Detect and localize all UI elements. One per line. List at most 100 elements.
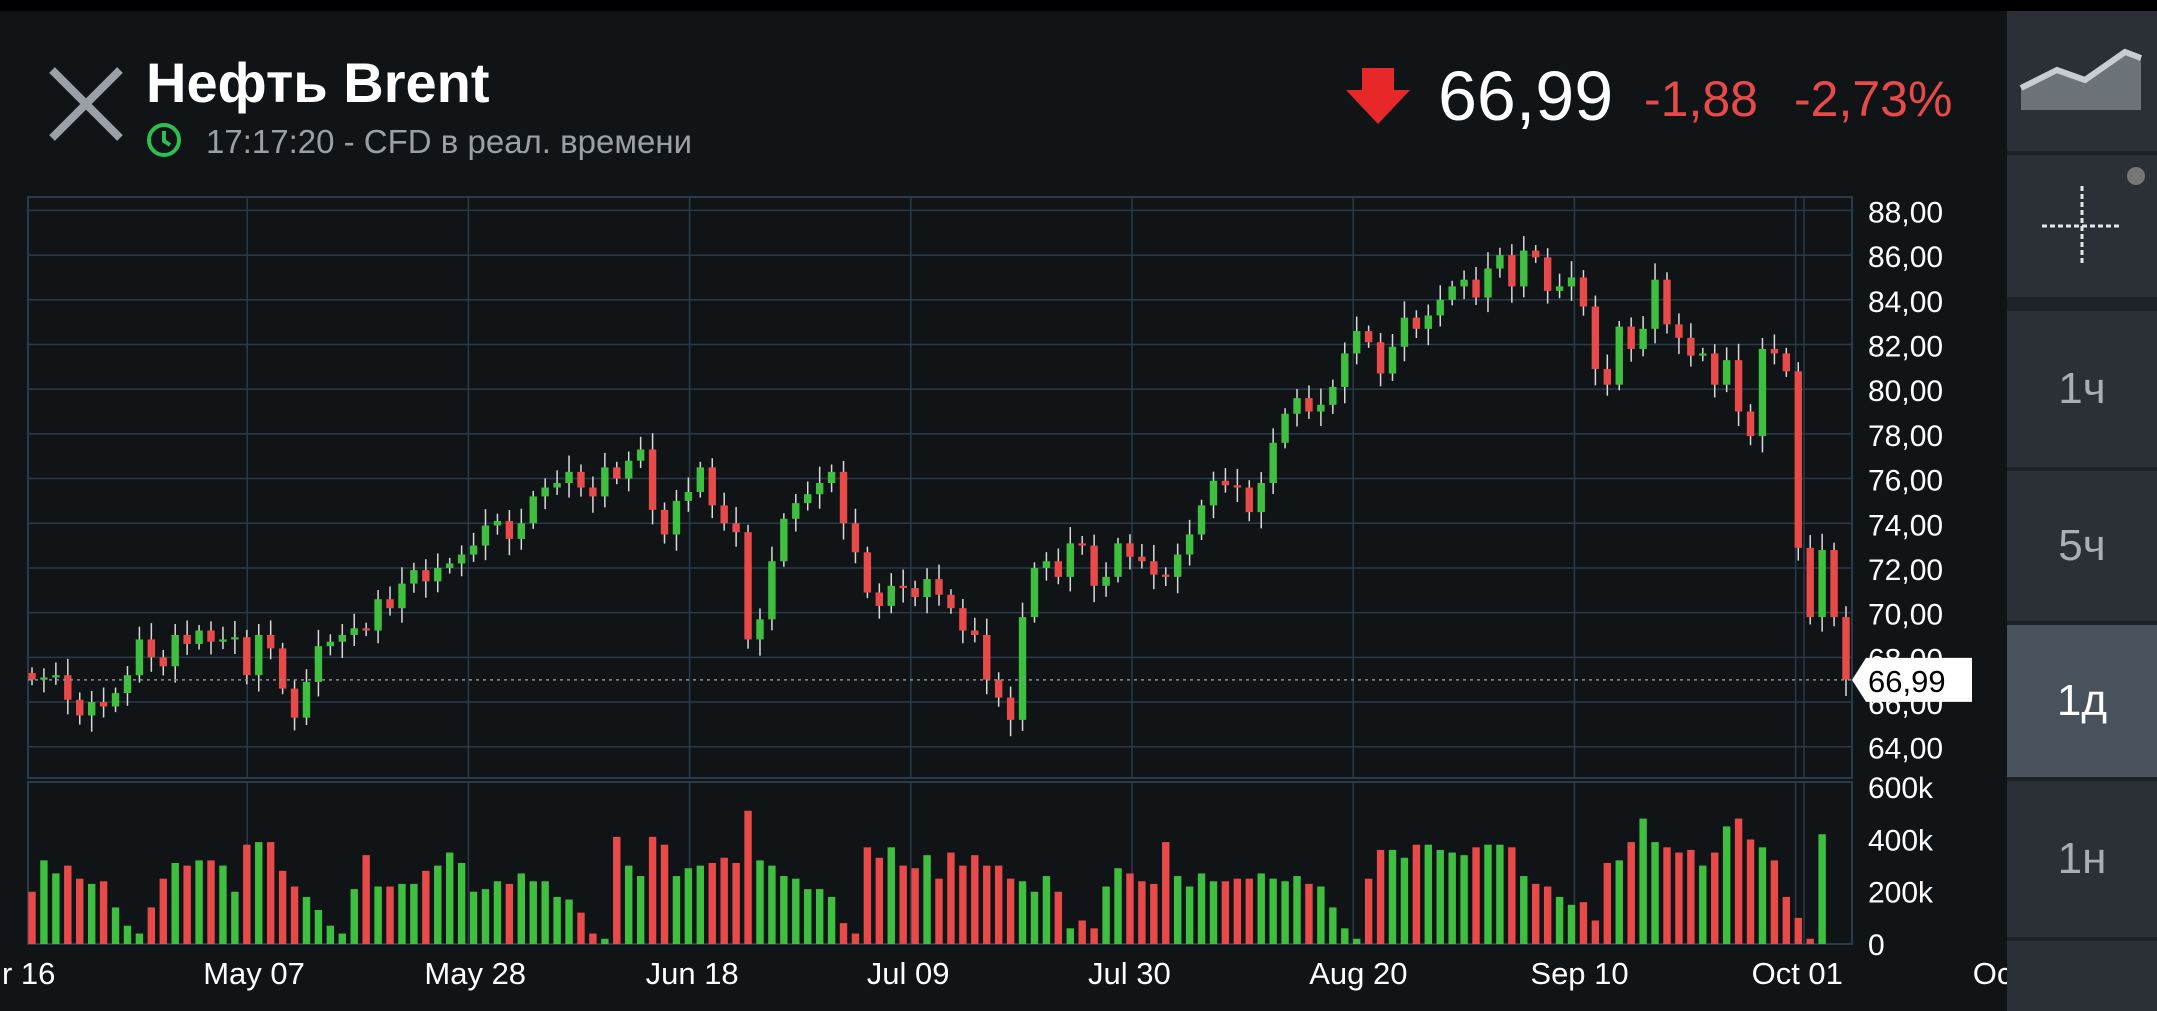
candle-body bbox=[493, 521, 502, 526]
sidebar: 1ч 5ч 1д 1н bbox=[2007, 11, 2157, 1011]
timeframe-1h-button[interactable]: 1ч bbox=[2007, 311, 2157, 467]
candle-body bbox=[732, 523, 740, 533]
x-tick-label: Aug 20 bbox=[1309, 956, 1407, 991]
volume-bar bbox=[648, 836, 657, 944]
timeframe-5h-button[interactable]: 5ч bbox=[2007, 471, 2157, 621]
candle-body bbox=[87, 702, 96, 716]
candle-body bbox=[1257, 483, 1265, 513]
volume-bar bbox=[147, 907, 156, 944]
candle-body bbox=[147, 639, 156, 658]
volume-bar bbox=[756, 860, 764, 944]
x-tick-label: Jun 18 bbox=[646, 956, 739, 991]
candle-body bbox=[1400, 317, 1409, 347]
volume-bar bbox=[1687, 849, 1695, 944]
volume-bar bbox=[1675, 852, 1683, 944]
timeframe-more-button[interactable] bbox=[2007, 941, 2157, 1011]
candle-body bbox=[875, 592, 884, 606]
volume-bar bbox=[923, 855, 931, 944]
volume-bar bbox=[266, 842, 275, 944]
candle-body bbox=[1567, 277, 1576, 287]
volume-bar bbox=[255, 842, 263, 944]
volume-bar bbox=[553, 896, 561, 944]
volume-bar bbox=[374, 886, 382, 944]
candle-body bbox=[1555, 286, 1564, 291]
volume-tick-label: 0 bbox=[1868, 929, 1885, 962]
candle-body bbox=[1543, 257, 1552, 291]
candle-body bbox=[1782, 353, 1791, 372]
candle-body bbox=[1329, 386, 1337, 405]
candle-body bbox=[1066, 543, 1074, 577]
candle-body bbox=[744, 532, 752, 640]
y-tick-label: 70,00 bbox=[1868, 599, 1943, 632]
volume-bar bbox=[1126, 873, 1134, 944]
candle-body bbox=[923, 579, 931, 597]
candle-body bbox=[76, 699, 84, 716]
candle-body bbox=[398, 583, 406, 609]
volume-bar bbox=[1329, 907, 1337, 944]
volume-bar bbox=[875, 857, 884, 944]
volume-bar bbox=[434, 865, 442, 944]
candle-body bbox=[589, 487, 597, 497]
volume-bar bbox=[326, 925, 335, 944]
timeframe-1w-button[interactable]: 1н bbox=[2007, 781, 2157, 937]
volume-bar bbox=[1078, 920, 1086, 944]
volume-bar bbox=[1543, 886, 1552, 944]
volume-bar bbox=[1090, 928, 1098, 944]
volume-bar bbox=[1006, 878, 1015, 944]
candle-body bbox=[1376, 342, 1385, 374]
candle-body bbox=[1150, 561, 1158, 575]
candle-body bbox=[1460, 279, 1468, 287]
y-tick-label: 86,00 bbox=[1868, 241, 1943, 274]
volume-bar bbox=[290, 886, 299, 944]
volume-bar bbox=[911, 868, 919, 944]
candle-body bbox=[1293, 398, 1301, 414]
candle-body bbox=[1245, 487, 1253, 513]
candle-body bbox=[1830, 550, 1838, 618]
volume-bar bbox=[1341, 928, 1349, 944]
volume-tick-label: 200k bbox=[1868, 877, 1934, 910]
candle-body bbox=[1532, 250, 1540, 258]
volume-bar bbox=[40, 860, 48, 944]
candle-body bbox=[708, 467, 716, 506]
candle-body bbox=[111, 693, 120, 707]
candle-body bbox=[1448, 286, 1456, 300]
candle-body bbox=[1341, 353, 1349, 387]
candle-body bbox=[935, 579, 943, 595]
volume-bar bbox=[684, 868, 693, 944]
candle-body bbox=[469, 545, 478, 555]
volume-bar bbox=[1281, 881, 1289, 944]
candle-body bbox=[99, 702, 108, 707]
candle-body bbox=[947, 594, 955, 609]
candle-body bbox=[1054, 561, 1063, 577]
candle-body bbox=[505, 521, 514, 539]
volume-bar bbox=[1579, 902, 1588, 944]
price-chart[interactable]: 88,00 86,00 84,00 82,00 80,00 78,00 76,00 74,00… bbox=[0, 0, 2157, 1000]
candle-body bbox=[123, 675, 132, 694]
volume-bar bbox=[959, 865, 967, 944]
candle-body bbox=[410, 570, 418, 584]
crosshair-button[interactable] bbox=[2007, 155, 2157, 297]
volume-bar bbox=[1436, 849, 1444, 944]
candle-body bbox=[1162, 574, 1170, 577]
volume-bar bbox=[1233, 878, 1242, 944]
candle-body bbox=[887, 585, 895, 606]
indicator-dot bbox=[2127, 167, 2145, 185]
candle-body bbox=[1173, 554, 1182, 577]
candle-body bbox=[195, 630, 203, 644]
candle-body bbox=[266, 634, 275, 649]
candle-body bbox=[994, 679, 1003, 698]
chart-type-button[interactable] bbox=[2007, 11, 2157, 151]
candle-body bbox=[1114, 543, 1122, 577]
volume-bar bbox=[123, 925, 132, 944]
volume-bar bbox=[792, 878, 800, 944]
candle-body bbox=[577, 471, 585, 488]
volume-bar bbox=[636, 876, 645, 944]
volume-bar bbox=[708, 863, 716, 944]
candle-body bbox=[1317, 404, 1325, 412]
volume-bar bbox=[1520, 876, 1528, 944]
x-tick-label: Jul 30 bbox=[1088, 956, 1171, 991]
volume-bar bbox=[1162, 842, 1170, 944]
timeframe-1d-button[interactable]: 1д bbox=[2007, 625, 2157, 777]
candle-body bbox=[696, 467, 705, 492]
candle-body bbox=[1806, 547, 1814, 618]
